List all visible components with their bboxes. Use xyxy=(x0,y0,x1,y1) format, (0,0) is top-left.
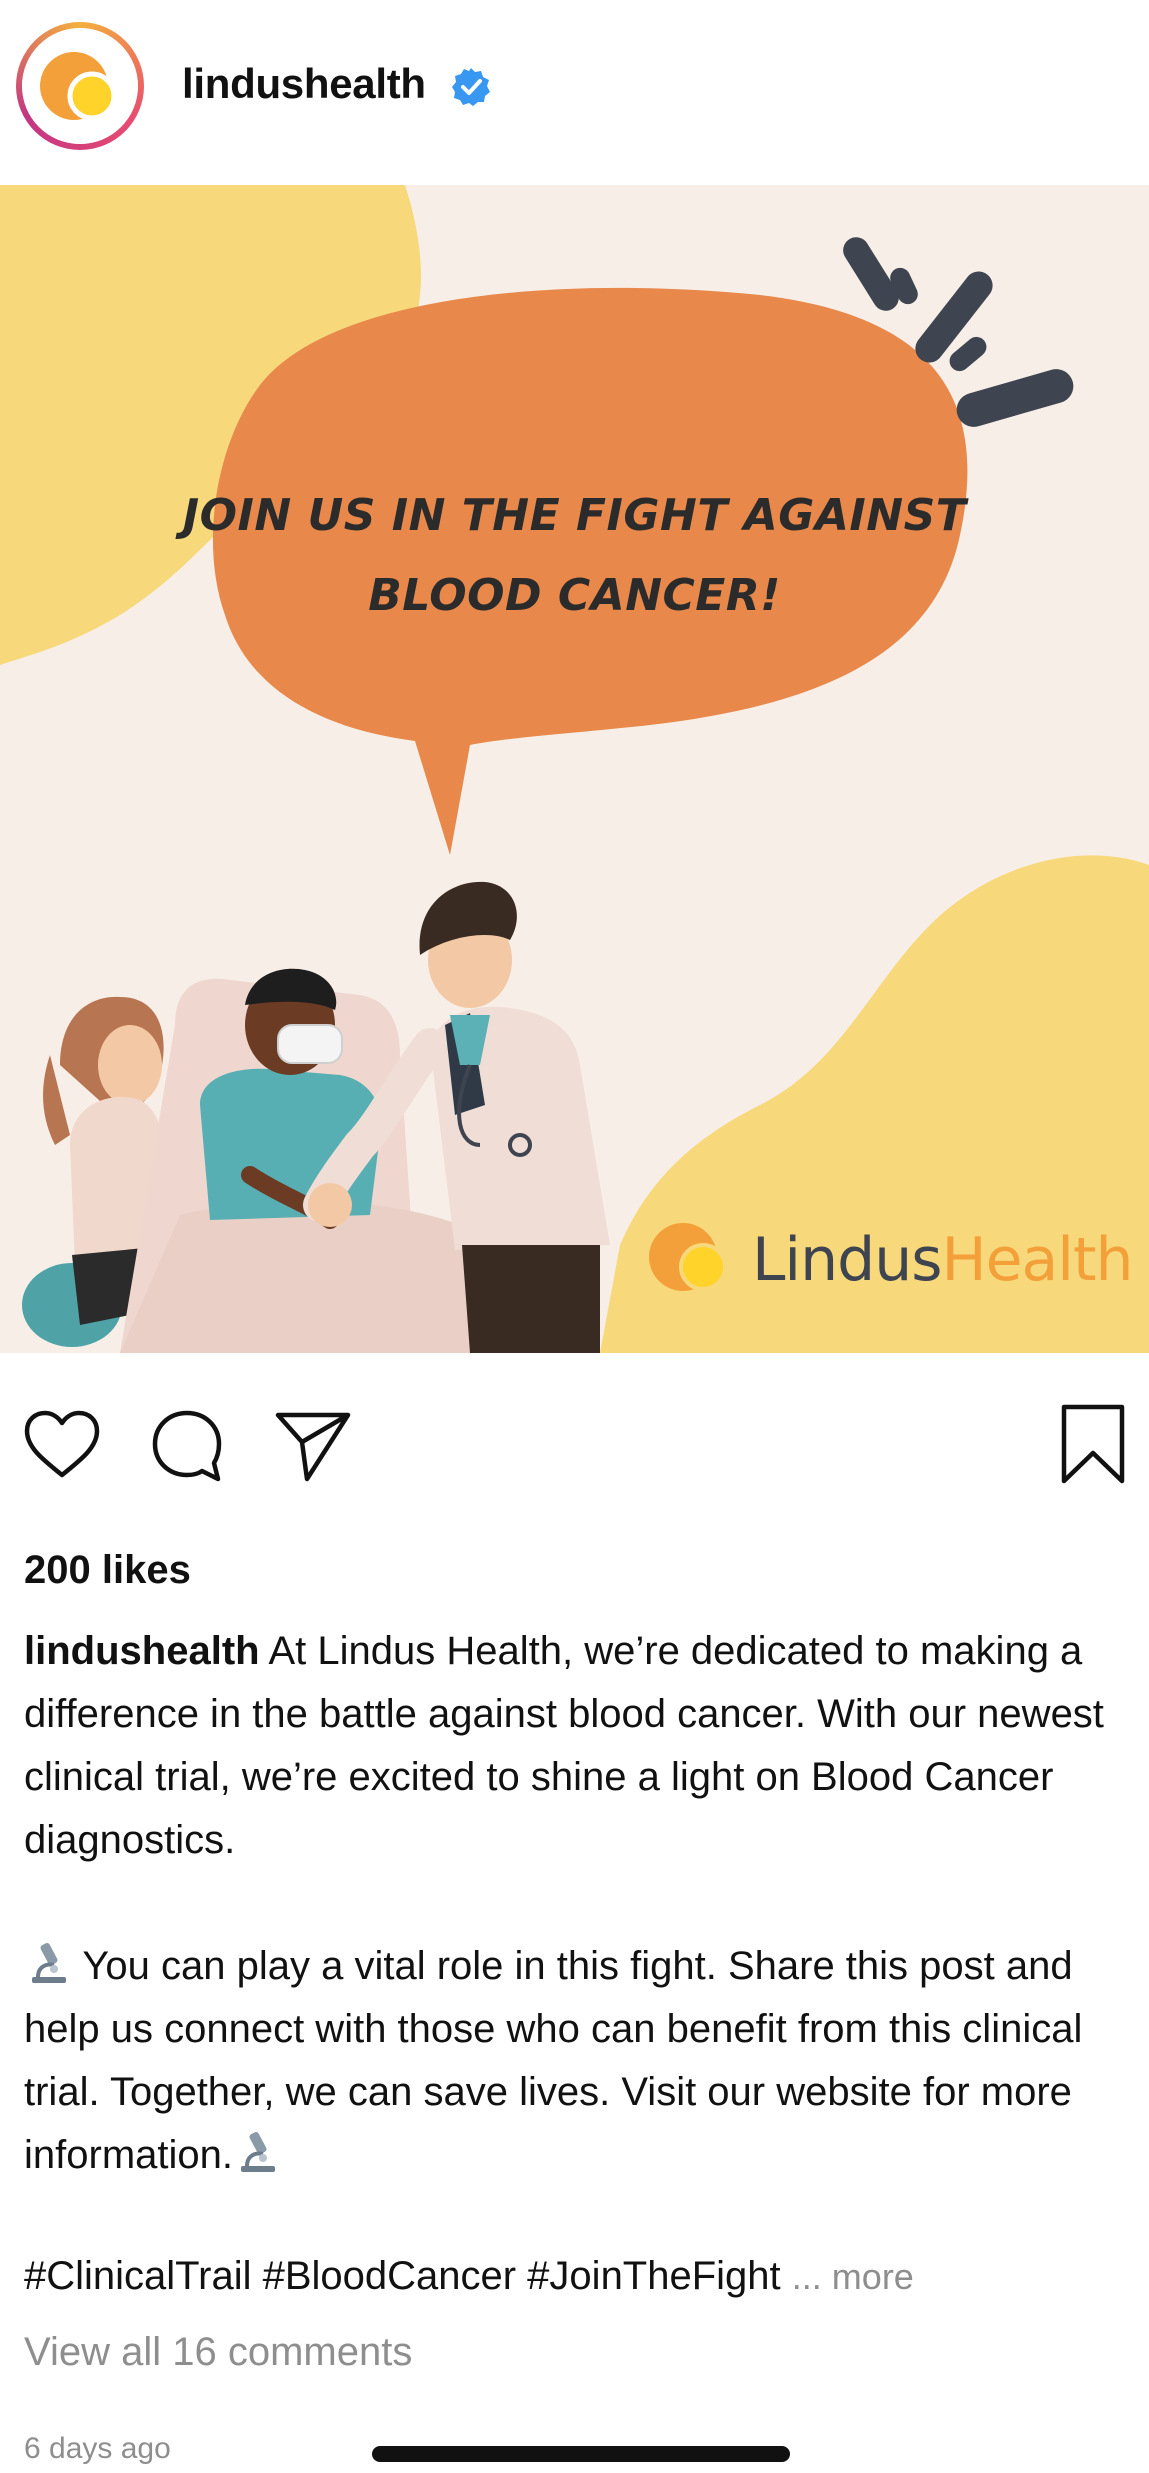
caption: lindushealth At Lindus Health, we’re ded… xyxy=(24,1620,1124,2187)
microscope-icon xyxy=(32,1942,66,1983)
caption-text-2: You can play a vital role in this fight.… xyxy=(24,1944,1083,2177)
home-indicator[interactable] xyxy=(372,2446,790,2462)
headline-line1: JOIN US IN THE FIGHT AGAINST xyxy=(182,490,967,541)
heart-icon[interactable] xyxy=(22,1409,102,1481)
brand-wordmark-part1: Lindus xyxy=(752,1225,942,1295)
caption-username[interactable]: lindushealth xyxy=(24,1629,260,1673)
lindus-logo-icon xyxy=(22,28,138,144)
username-link[interactable]: lindushealth xyxy=(182,60,426,108)
verified-badge-icon xyxy=(452,68,490,106)
brand-wordmark-part2: Health xyxy=(941,1225,1134,1295)
post-image[interactable]: JOIN US IN THE FIGHT AGAINST BLOOD CANCE… xyxy=(0,185,1149,1353)
send-icon[interactable] xyxy=(274,1409,352,1483)
hashtags[interactable]: #ClinicalTrail #BloodCancer #JoinTheFigh… xyxy=(24,2254,781,2298)
caption-paragraph-1: lindushealth At Lindus Health, we’re ded… xyxy=(24,1620,1124,1872)
view-comments-link[interactable]: View all 16 comments xyxy=(24,2330,412,2375)
avatar[interactable] xyxy=(16,22,144,150)
microscope-icon xyxy=(240,2131,275,2172)
post-timestamp: 6 days ago xyxy=(24,2432,171,2465)
headline-line2: BLOOD CANCER! xyxy=(368,570,781,621)
likes-count[interactable]: 200 likes xyxy=(24,1548,191,1593)
brand-wordmark: LindusHealth xyxy=(752,1225,1134,1295)
action-bar xyxy=(0,1353,1149,1513)
post-header: lindushealth xyxy=(0,0,1149,185)
caption-paragraph-2: You can play a vital role in this fight.… xyxy=(24,1935,1124,2187)
post-illustration xyxy=(0,185,1149,1353)
comment-icon[interactable] xyxy=(150,1409,224,1483)
hashtags-line: #ClinicalTrail #BloodCancer #JoinTheFigh… xyxy=(24,2254,914,2299)
more-link[interactable]: ... more xyxy=(792,2256,914,2297)
bookmark-icon[interactable] xyxy=(1058,1403,1128,1485)
